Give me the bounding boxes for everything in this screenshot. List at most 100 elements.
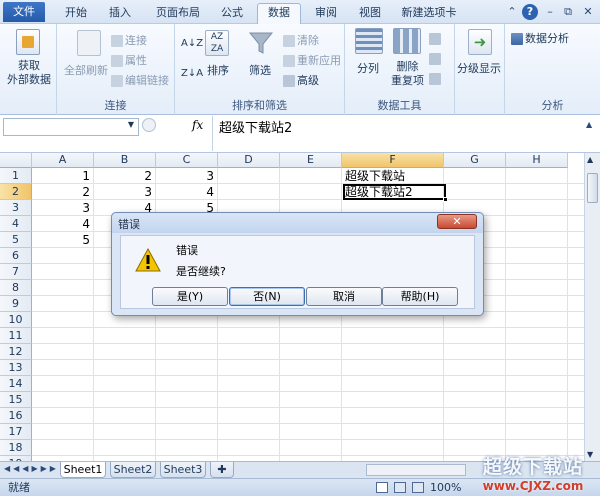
column-header-a[interactable]: A <box>32 153 94 168</box>
tab-page-layout[interactable]: 页面布局 <box>148 4 208 24</box>
formula-cancel-icon[interactable] <box>142 118 156 132</box>
normal-view-icon[interactable] <box>376 482 388 493</box>
dialog-title-bar[interactable]: 错误 ✕ <box>112 213 483 233</box>
remove-duplicates-button[interactable]: 删除 重复项 <box>391 60 424 88</box>
no-button[interactable]: 否(N) <box>229 287 305 306</box>
what-if-icon[interactable] <box>429 72 443 85</box>
data-analysis-button[interactable]: 数据分析 <box>511 30 569 46</box>
horizontal-scrollbar[interactable] <box>366 464 466 476</box>
row-header-4[interactable]: 4 <box>0 216 32 232</box>
cell-c2[interactable]: 4 <box>156 184 214 200</box>
page-layout-view-icon[interactable] <box>394 482 406 493</box>
row-header-14[interactable]: 14 <box>0 376 32 392</box>
column-header-d[interactable]: D <box>218 153 280 168</box>
cell-a4[interactable]: 4 <box>32 216 90 232</box>
row-header-13[interactable]: 13 <box>0 360 32 376</box>
refresh-all-button[interactable]: 全部刷新 <box>64 62 108 78</box>
clear-label: 清除 <box>297 34 319 47</box>
cell-f1[interactable]: 超级下载站 <box>345 168 405 184</box>
sort-button[interactable]: 排序 <box>207 62 229 78</box>
row-header-1[interactable]: 1 <box>0 168 32 184</box>
filter-button[interactable]: 筛选 <box>249 62 271 78</box>
scroll-up-icon[interactable]: ▲ <box>587 155 593 164</box>
row-header-10[interactable]: 10 <box>0 312 32 328</box>
column-header-h[interactable]: H <box>506 153 568 168</box>
reapply-button[interactable]: 重新应用 <box>283 52 341 68</box>
row-header-2[interactable]: 2 <box>0 184 32 200</box>
formula-input[interactable]: 超级下载站2 <box>212 116 600 151</box>
row-header-5[interactable]: 5 <box>0 232 32 248</box>
tab-home[interactable]: 开始 <box>58 4 94 24</box>
cell-a5[interactable]: 5 <box>32 232 90 248</box>
row-header-8[interactable]: 8 <box>0 280 32 296</box>
outline-button[interactable]: 分级显示 <box>457 60 501 76</box>
consolidate-icon[interactable] <box>429 52 443 65</box>
zoom-level[interactable]: 100% <box>430 479 461 496</box>
advanced-button[interactable]: 高级 <box>283 72 319 88</box>
clear-icon <box>283 35 295 47</box>
help-button[interactable]: 帮助(H) <box>382 287 458 306</box>
cell-a3[interactable]: 3 <box>32 200 90 216</box>
tab-insert[interactable]: 插入 <box>102 4 138 24</box>
expand-formula-icon[interactable]: ▲ <box>586 120 592 129</box>
sheet-tab-2[interactable]: Sheet2 <box>110 462 156 478</box>
row-header-11[interactable]: 11 <box>0 328 32 344</box>
text-to-columns-button[interactable]: 分列 <box>357 60 379 76</box>
cell-b1[interactable]: 2 <box>94 168 152 184</box>
insert-sheet-icon[interactable]: ✚ <box>210 462 234 478</box>
help-icon[interactable]: ? <box>522 4 538 20</box>
sort-ascending-icon[interactable]: A↓Z <box>181 38 203 49</box>
clear-button[interactable]: 清除 <box>283 32 319 48</box>
data-validation-icon[interactable] <box>429 32 443 45</box>
row-header-15[interactable]: 15 <box>0 392 32 408</box>
cancel-button[interactable]: 取消 <box>306 287 382 306</box>
restore-icon[interactable]: ⧉ <box>560 4 576 20</box>
name-box-dropdown-icon[interactable]: ▼ <box>128 120 134 129</box>
row-header-9[interactable]: 9 <box>0 296 32 312</box>
get-external-data-button[interactable]: 获取 外部数据 <box>4 59 54 87</box>
properties-button[interactable]: 属性 <box>111 52 147 68</box>
cell-c1[interactable]: 3 <box>156 168 214 184</box>
row-header-12[interactable]: 12 <box>0 344 32 360</box>
sheet-tab-3[interactable]: Sheet3 <box>160 462 206 478</box>
column-header-g[interactable]: G <box>444 153 506 168</box>
cell-b2[interactable]: 3 <box>94 184 152 200</box>
sheet-nav-icons[interactable]: ◀◀◀▶▶▶ <box>4 464 59 473</box>
row-header-7[interactable]: 7 <box>0 264 32 280</box>
tab-new[interactable]: 新建选项卡 <box>398 4 460 24</box>
name-box[interactable]: ▼ <box>3 118 139 136</box>
row-header-18[interactable]: 18 <box>0 440 32 456</box>
collapse-ribbon-icon[interactable]: ⌃ <box>504 4 520 20</box>
tab-file[interactable]: 文件 <box>3 2 45 22</box>
connections-button[interactable]: 连接 <box>111 32 147 48</box>
column-header-c[interactable]: C <box>156 153 218 168</box>
tab-formulas[interactable]: 公式 <box>214 4 250 24</box>
page-break-view-icon[interactable] <box>412 482 424 493</box>
close-window-icon[interactable]: ✕ <box>580 4 596 20</box>
fill-handle[interactable] <box>443 197 448 202</box>
sheet-tab-1[interactable]: Sheet1 <box>60 462 106 478</box>
reapply-icon <box>283 55 295 67</box>
minimize-icon[interactable]: – <box>542 4 558 20</box>
column-header-e[interactable]: E <box>280 153 342 168</box>
tab-view[interactable]: 视图 <box>352 4 388 24</box>
tab-review[interactable]: 审阅 <box>308 4 344 24</box>
sort-descending-icon[interactable]: Z↓A <box>181 68 203 79</box>
column-header-f[interactable]: F <box>342 153 444 168</box>
row-header-17[interactable]: 17 <box>0 424 32 440</box>
vertical-scroll-thumb[interactable] <box>587 173 598 203</box>
vertical-scrollbar[interactable]: ▲ ▼ <box>584 153 600 461</box>
select-all-corner[interactable] <box>0 153 32 168</box>
cell-a1[interactable]: 1 <box>32 168 90 184</box>
row-header-3[interactable]: 3 <box>0 200 32 216</box>
cell-a2[interactable]: 2 <box>32 184 90 200</box>
dialog-close-button[interactable]: ✕ <box>437 214 477 229</box>
row-header-16[interactable]: 16 <box>0 408 32 424</box>
yes-button[interactable]: 是(Y) <box>152 287 228 306</box>
insert-function-icon[interactable]: fx <box>192 118 203 132</box>
filter-icon <box>248 30 274 56</box>
column-header-b[interactable]: B <box>94 153 156 168</box>
tab-data[interactable]: 数据 <box>257 3 301 25</box>
edit-links-button[interactable]: 编辑链接 <box>111 72 169 88</box>
row-header-6[interactable]: 6 <box>0 248 32 264</box>
